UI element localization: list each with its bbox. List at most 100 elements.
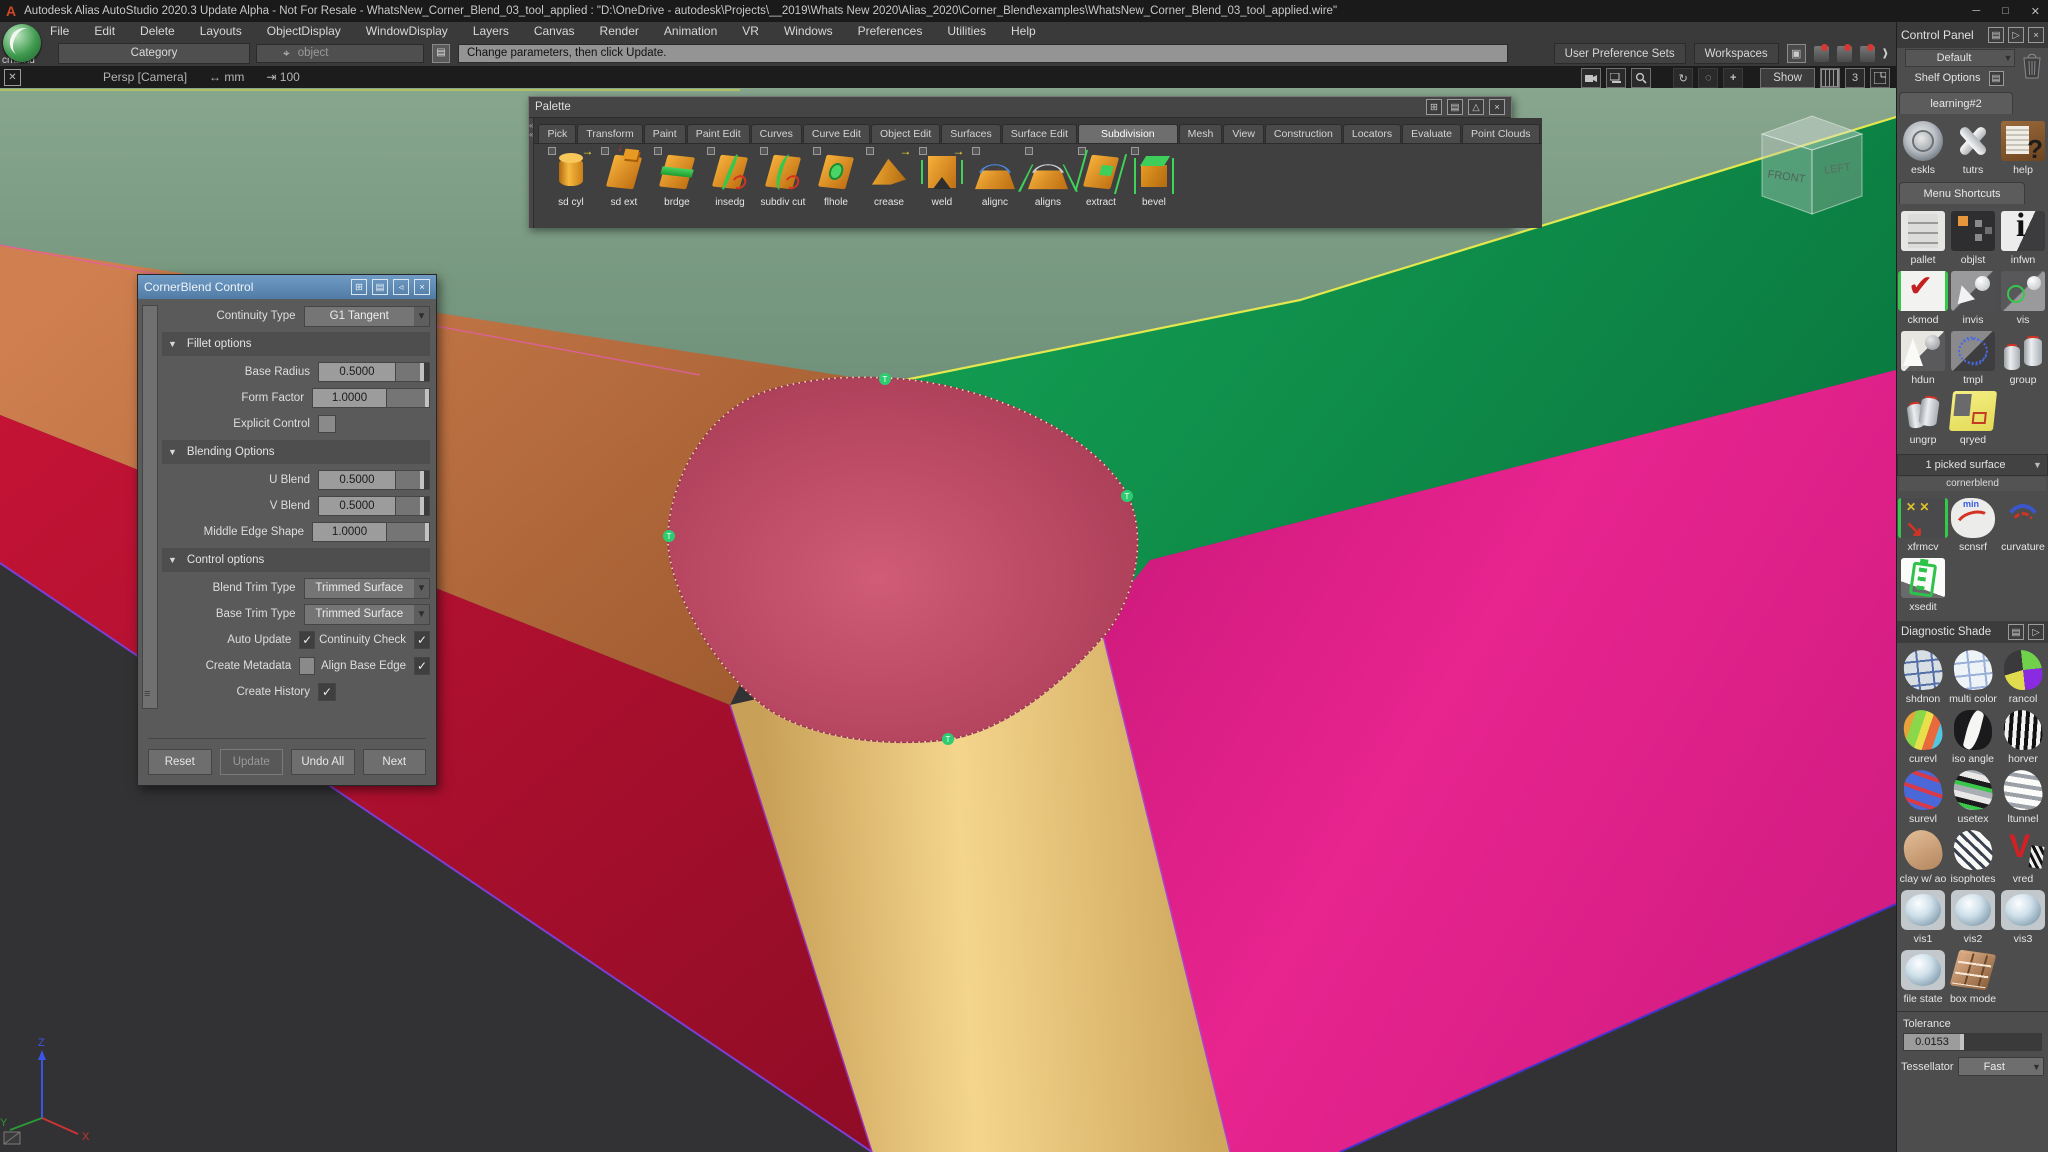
- menu-item[interactable]: File: [50, 24, 69, 38]
- shelf-tool[interactable]: isophotes: [1948, 825, 1998, 885]
- shelf-tool[interactable]: ungrp: [1898, 386, 1948, 446]
- fillet-options-section[interactable]: ▼ Fillet options: [162, 332, 430, 356]
- palette-tool[interactable]: → crease: [862, 144, 915, 228]
- close-view-icon[interactable]: ✕: [4, 69, 21, 86]
- dialog-menu-icon[interactable]: ▤: [372, 279, 388, 295]
- promptline-list-icon[interactable]: ▤: [432, 44, 450, 63]
- align-base-edge-checkbox[interactable]: ✓: [414, 657, 430, 675]
- palette-tool[interactable]: insedg: [703, 144, 756, 228]
- blend-trim-type-dropdown[interactable]: Trimmed Surface▼: [304, 578, 430, 599]
- panel-close-icon[interactable]: ×: [2028, 27, 2044, 43]
- toolbar-expand-chevron-icon[interactable]: ›: [1883, 39, 1888, 68]
- u-blend-slider[interactable]: [396, 470, 430, 490]
- tumble-view-icon[interactable]: ↻: [1673, 68, 1693, 88]
- shelf-tool[interactable]: scnsrf: [1948, 493, 1998, 553]
- shelf-tool[interactable]: surevl: [1898, 765, 1948, 825]
- panel-expand-icon[interactable]: ▷: [2008, 27, 2024, 43]
- alias-logo-icon[interactable]: [3, 24, 41, 62]
- palette-tab[interactable]: Subdivision: [1078, 124, 1178, 143]
- reset-button[interactable]: Reset: [148, 749, 212, 775]
- menu-item[interactable]: Preferences: [858, 24, 923, 38]
- shelf-tool[interactable]: xsedit: [1898, 553, 1948, 613]
- viewport-corner-icon[interactable]: [4, 1132, 20, 1144]
- diagnostic-shade-header[interactable]: Diagnostic Shade ▤ ▷: [1897, 621, 2048, 643]
- continuity-check-checkbox[interactable]: ✓: [414, 631, 430, 649]
- palette-tool[interactable]: → sd cyl: [544, 144, 597, 228]
- shelf-options-button[interactable]: Shelf Options ▤: [1905, 71, 2013, 86]
- workspaces-button[interactable]: Workspaces: [1694, 43, 1779, 64]
- create-metadata-checkbox[interactable]: [299, 657, 315, 675]
- base-radius-field[interactable]: 0.5000: [318, 362, 396, 382]
- category-button[interactable]: Category: [58, 43, 250, 64]
- menu-item[interactable]: Layers: [473, 24, 509, 38]
- close-button[interactable]: ✕: [2031, 5, 2040, 18]
- shelf-tool[interactable]: xfrmcv: [1898, 493, 1948, 553]
- dialog-dock-icon[interactable]: ⊞: [351, 279, 367, 295]
- palette-tab[interactable]: Curve Edit: [803, 124, 870, 143]
- v-blend-slider[interactable]: [396, 496, 430, 516]
- palette-tool[interactable]: alignc: [968, 144, 1021, 228]
- shelf-tool[interactable]: ltunnel: [1998, 765, 2048, 825]
- form-factor-slider[interactable]: [387, 388, 430, 408]
- shelf-tool[interactable]: curevl: [1898, 705, 1948, 765]
- zoom-box-icon[interactable]: [1631, 68, 1651, 88]
- view-cube[interactable]: FRONT LEFT: [1762, 116, 1862, 214]
- pan-icon[interactable]: +: [1723, 68, 1743, 88]
- camera-icon[interactable]: [1581, 68, 1601, 88]
- form-factor-field[interactable]: 1.0000: [312, 388, 387, 408]
- palette-dock-icon[interactable]: ⊞: [1426, 99, 1442, 115]
- palette-close-icon[interactable]: ×: [1489, 99, 1505, 115]
- render-toggle-icon-3[interactable]: [1860, 46, 1875, 62]
- layers-count-button[interactable]: 3: [1845, 68, 1865, 88]
- scroll-grip-icon[interactable]: ≡: [144, 688, 150, 700]
- window-layout-icon[interactable]: [1870, 68, 1890, 88]
- middle-edge-shape-slider[interactable]: [387, 522, 430, 542]
- v-blend-field[interactable]: 0.5000: [318, 496, 396, 516]
- u-blend-field[interactable]: 0.5000: [318, 470, 396, 490]
- palette-title-bar[interactable]: Palette ⊞ ▤ △ ×: [529, 97, 1511, 118]
- palette-tab[interactable]: Point Clouds: [1462, 124, 1540, 143]
- palette-tab[interactable]: Paint Edit: [687, 124, 750, 143]
- render-toggle-icon-1[interactable]: [1814, 46, 1829, 62]
- palette-tab[interactable]: Transform: [577, 124, 642, 143]
- dialog-close-icon[interactable]: ×: [414, 279, 430, 295]
- shelf-tool[interactable]: rancol: [1998, 645, 2048, 705]
- menu-item[interactable]: Animation: [664, 24, 717, 38]
- diagnostic-expand-icon[interactable]: ▷: [2028, 624, 2044, 640]
- tolerance-slider[interactable]: 0.0153: [1903, 1033, 2042, 1051]
- maximize-button[interactable]: □: [2002, 5, 2009, 17]
- palette-tab[interactable]: View: [1223, 124, 1264, 143]
- palette-tool[interactable]: flhole: [809, 144, 862, 228]
- shelf-tool[interactable]: invis: [1948, 266, 1998, 326]
- create-history-checkbox[interactable]: ✓: [318, 683, 336, 701]
- shelf-tool[interactable]: vis3: [1998, 885, 2048, 945]
- menu-item[interactable]: ObjectDisplay: [267, 24, 341, 38]
- title-bar[interactable]: A Autodesk Alias AutoStudio 2020.3 Updat…: [0, 0, 2048, 22]
- blending-options-section[interactable]: ▼ Blending Options: [162, 440, 430, 464]
- auto-update-checkbox[interactable]: ✓: [299, 631, 315, 649]
- update-button[interactable]: Update: [220, 749, 284, 775]
- menu-item[interactable]: Help: [1011, 24, 1036, 38]
- palette-tab[interactable]: Object Edit: [871, 124, 940, 143]
- palette-tab[interactable]: Curves: [751, 124, 802, 143]
- shelf-tool[interactable]: infwn: [1998, 206, 2048, 266]
- continuity-type-dropdown[interactable]: G1 Tangent▼: [304, 306, 430, 327]
- palette-tab[interactable]: Locators: [1343, 124, 1401, 143]
- menu-item[interactable]: Render: [600, 24, 639, 38]
- camera-list-icon[interactable]: [1606, 68, 1626, 88]
- menu-item[interactable]: Canvas: [534, 24, 575, 38]
- palette-tool[interactable]: bevel: [1127, 144, 1180, 228]
- shelf-tool[interactable]: vis2: [1948, 885, 1998, 945]
- palette-tab[interactable]: Surfaces: [941, 124, 1000, 143]
- menu-item[interactable]: Delete: [140, 24, 175, 38]
- palette-tool[interactable]: extract: [1074, 144, 1127, 228]
- shelf-preset-dropdown[interactable]: Default▼: [1905, 49, 2015, 67]
- palette-collapse-icon[interactable]: △: [1468, 99, 1484, 115]
- shelf-tool[interactable]: vis1: [1898, 885, 1948, 945]
- shelf-tool[interactable]: vis: [1998, 266, 2048, 326]
- next-button[interactable]: Next: [363, 749, 427, 775]
- palette-tab[interactable]: Pick: [538, 124, 576, 143]
- shelf-tool[interactable]: file state: [1898, 945, 1948, 1005]
- shelf-tool[interactable]: objlst: [1948, 206, 1998, 266]
- palette-tool[interactable]: → weld: [915, 144, 968, 228]
